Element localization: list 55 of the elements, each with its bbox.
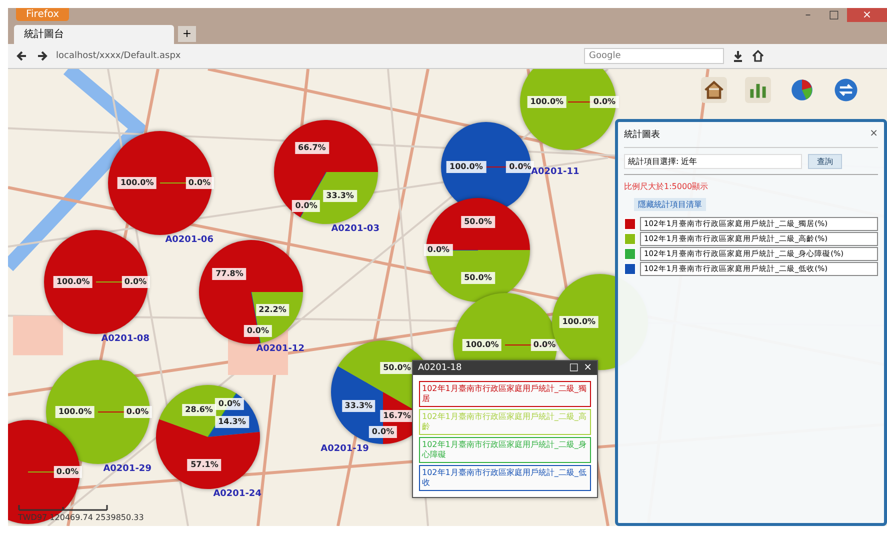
coordinates-text: TWD97 120469.74 2539850.33 — [18, 513, 144, 522]
percent-label: 57.1% — [188, 458, 222, 471]
percent-label: 0.0% — [530, 339, 559, 351]
address-field[interactable]: localhost/xxxx/Default.aspx — [56, 51, 576, 61]
percent-label: 0.0% — [123, 406, 152, 418]
percent-label: 0.0% — [424, 244, 453, 256]
percent-label: 100.0% — [53, 276, 93, 288]
percent-label: 0.0% — [590, 96, 619, 108]
percent-label: 0.0% — [53, 466, 82, 478]
percent-label: 16.7% — [380, 410, 414, 422]
close-button[interactable]: × — [870, 128, 878, 141]
percent-label: 33.3% — [342, 400, 376, 412]
maximize-button[interactable]: □ — [569, 363, 579, 373]
percent-label: 100.0% — [462, 339, 502, 351]
close-button[interactable]: × — [584, 363, 592, 373]
statistic-item[interactable]: 102年1月臺南市行政區家庭用戶統計_二級_獨居 — [419, 381, 591, 407]
percent-label: 14.3% — [215, 416, 249, 428]
percent-label: 0.0% — [292, 200, 320, 212]
percent-label: 100.0% — [55, 406, 95, 418]
district-code-label: A0201-24 — [213, 489, 262, 499]
panel-title: 統計圖表 — [624, 128, 660, 141]
percent-label: 0.0% — [244, 324, 272, 337]
district-code-label: A0201-29 — [103, 464, 152, 474]
close-button[interactable]: × — [847, 8, 887, 22]
browser-tab[interactable]: 統計圖台 — [14, 25, 174, 44]
percent-label: 50.0% — [461, 272, 495, 284]
percent-label: 100.0% — [446, 161, 486, 173]
search-field[interactable]: Google — [584, 48, 724, 64]
district-code-label: A0201-08 — [101, 334, 150, 344]
district-code-label: A0201-19 — [320, 444, 369, 454]
query-button[interactable]: 查詢 — [808, 154, 842, 169]
percent-label: 50.0% — [461, 216, 495, 228]
percent-label: 22.2% — [256, 304, 290, 316]
percent-label: 66.7% — [295, 142, 329, 154]
percent-label: 33.3% — [323, 190, 357, 202]
district-code-label: A0201-12 — [256, 344, 304, 354]
scale-notice-text: 比例尺大於1:5000顯示 — [624, 181, 710, 192]
popup-title: A0201-18 — [418, 363, 463, 373]
percent-label: 100.0% — [527, 96, 567, 108]
minimize-button[interactable]: – — [795, 8, 821, 22]
maximize-button[interactable]: □ — [821, 8, 847, 22]
percent-label: 0.0% — [121, 276, 150, 288]
statistic-select-field[interactable]: 統計項目選擇: 近年 — [624, 154, 802, 169]
percent-label: 100.0% — [559, 316, 599, 328]
percent-label: 77.8% — [212, 268, 246, 280]
statistic-item[interactable]: 102年1月臺南市行政區家庭用戶統計_二級_低收 — [419, 465, 591, 491]
district-code-label: A0201-06 — [165, 235, 214, 245]
percent-label: 28.6% — [182, 404, 216, 416]
district-code-label: A0201-03 — [331, 224, 380, 234]
hide-list-link[interactable]: 隱藏統計項目清單 — [634, 198, 706, 211]
percent-label: 0.0% — [185, 177, 214, 189]
percent-label: 0.0% — [215, 398, 244, 410]
new-tab-button[interactable]: + — [178, 26, 196, 42]
percent-label: 0.0% — [368, 426, 398, 438]
percent-label: 100.0% — [117, 177, 157, 189]
